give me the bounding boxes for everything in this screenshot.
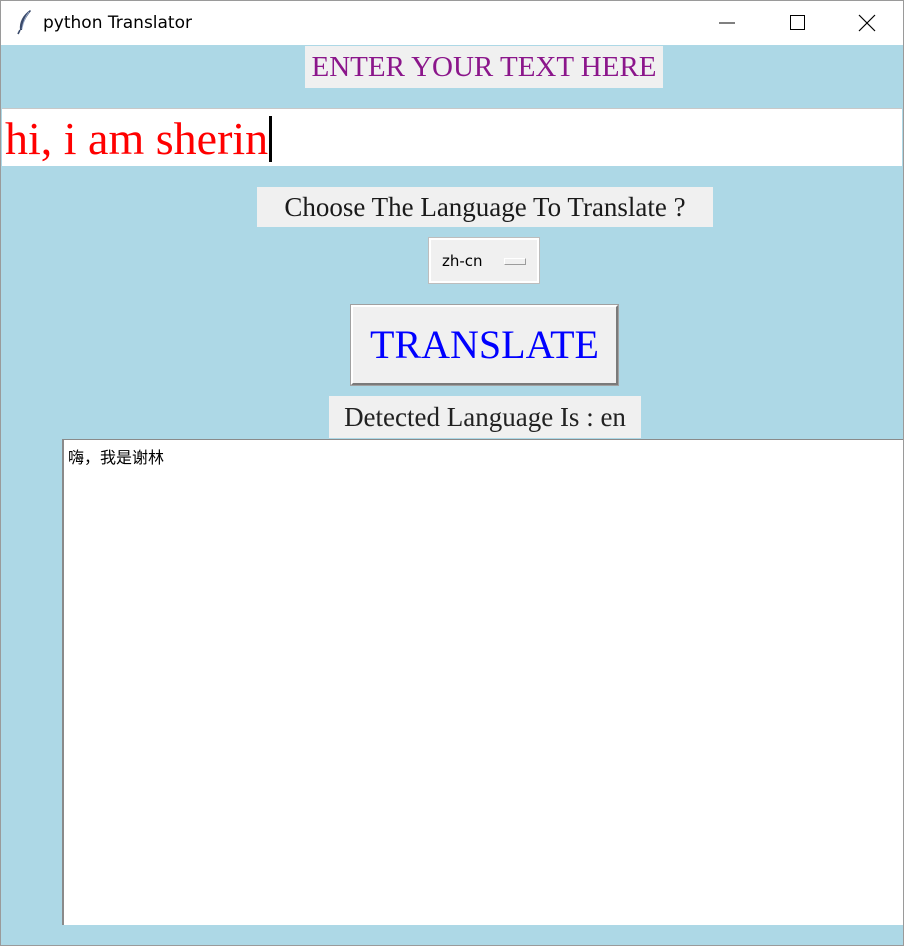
minimize-icon: [719, 22, 735, 24]
close-icon: [858, 14, 876, 32]
maximize-button[interactable]: [763, 1, 831, 45]
minimize-button[interactable]: [693, 1, 761, 45]
option-menu-indicator-icon: [504, 258, 526, 265]
window-title: python Translator: [43, 13, 192, 33]
close-button[interactable]: [833, 1, 901, 45]
source-text-value: hi, i am sherin: [5, 113, 269, 164]
translation-output[interactable]: 嗨，我是谢林: [62, 439, 903, 925]
source-text-input[interactable]: hi, i am sherin: [2, 108, 902, 166]
language-select[interactable]: zh-cn: [428, 237, 540, 284]
maximize-icon: [790, 15, 805, 30]
choose-language-label: Choose The Language To Translate ?: [257, 187, 713, 227]
title-bar[interactable]: python Translator: [1, 1, 903, 45]
feather-icon: [15, 9, 35, 35]
language-select-value: zh-cn: [442, 252, 483, 270]
text-cursor: [269, 116, 273, 162]
translation-output-text: 嗨，我是谢林: [68, 448, 165, 467]
heading-label: ENTER YOUR TEXT HERE: [305, 46, 663, 88]
detected-language-label: Detected Language Is : en: [329, 396, 641, 438]
app-window: python Translator ENTER YOUR TEXT HERE h…: [0, 0, 904, 946]
translate-button[interactable]: TRANSLATE: [350, 304, 619, 386]
